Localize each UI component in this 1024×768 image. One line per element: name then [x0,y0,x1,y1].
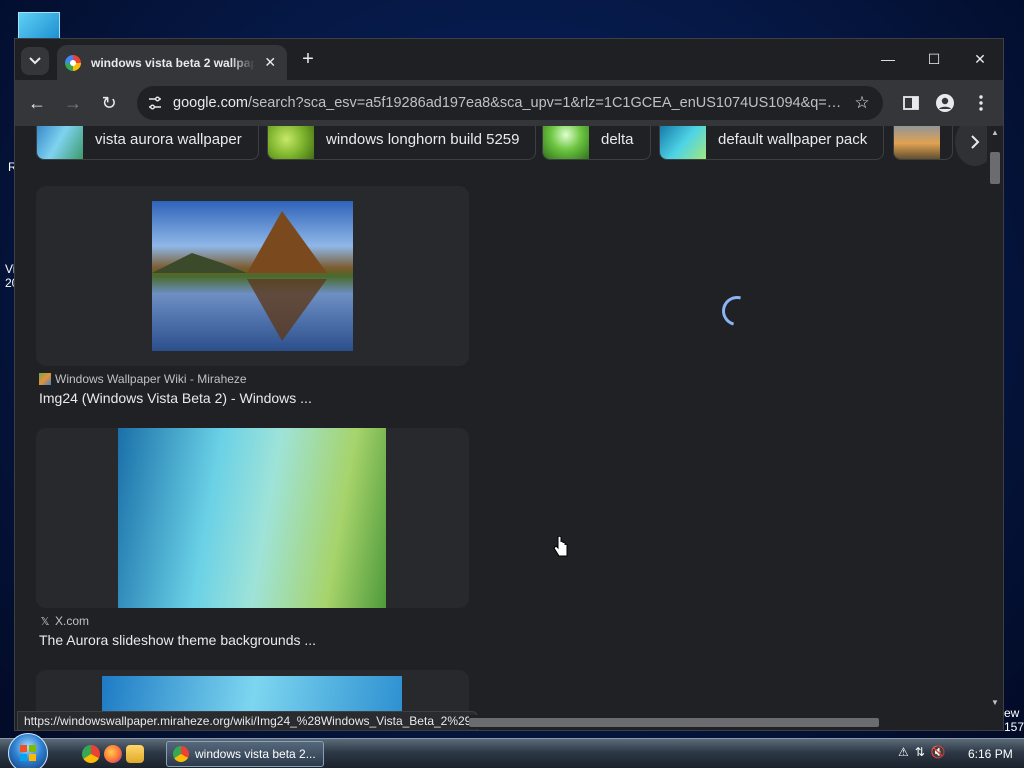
minimize-button[interactable]: — [865,43,911,75]
taskbar-chrome-window[interactable]: windows vista beta 2... [166,741,324,767]
google-icon [65,54,81,71]
horizontal-scrollbar[interactable] [469,715,989,729]
chip-label: delta [601,130,634,148]
security-icon[interactable]: ⚠ [898,745,909,759]
folder-icon[interactable] [126,745,144,763]
result-card[interactable] [36,186,469,366]
result-source-name: Windows Wallpaper Wiki - Miraheze [55,372,247,386]
result-title[interactable]: Img24 (Windows Vista Beta 2) - Windows .… [39,390,312,406]
chevron-down-icon [29,57,41,65]
desktop-icon[interactable] [18,12,60,40]
chip-thumbnail [660,126,706,159]
chip-label: default wallpaper pack [718,130,868,148]
reload-button[interactable]: ↻ [95,89,123,117]
chip-windows-longhorn-build-5259[interactable]: windows longhorn build 5259 [267,126,537,160]
result-title[interactable]: The Aurora slideshow theme backgrounds .… [39,632,316,648]
vertical-scrollbar[interactable]: ▲ ▼ [987,126,1003,714]
forward-button[interactable]: → [59,89,87,117]
page-content: vista aurora wallpaper windows longhorn … [15,126,987,714]
chip-label: windows longhorn build 5259 [326,130,520,148]
chip-label: vista aurora wallpaper [95,130,242,148]
hand-cursor-icon [553,535,569,563]
chrome-icon [173,746,189,762]
url-text: google.com/search?sca_esv=a5f19286ad197e… [173,95,843,111]
close-icon[interactable]: ✕ [261,54,279,72]
x-logo-icon: 𝕏 [40,615,50,628]
result-image[interactable] [102,676,402,714]
chip-thumbnail [894,126,940,159]
desktop-text: ew [1004,706,1020,720]
result-card[interactable] [36,428,469,608]
result-card[interactable] [36,670,469,714]
desktop-text: 157 [1004,720,1024,734]
chip-delta[interactable]: delta [542,126,651,160]
chip-thumbnail [268,126,314,159]
close-window-button[interactable]: ✕ [957,43,1003,75]
address-bar[interactable]: google.com/search?sca_esv=a5f19286ad197e… [137,86,883,120]
new-tab-button[interactable]: + [296,47,320,71]
chip-partial[interactable] [893,126,953,160]
mountain-image [152,211,327,341]
site-info-icon[interactable] [143,91,167,115]
start-button[interactable] [8,733,48,768]
task-title: windows vista beta 2... [195,747,316,761]
chip-vista-aurora-wallpaper[interactable]: vista aurora wallpaper [36,126,259,160]
menu-icon[interactable] [967,89,995,117]
windows-logo-icon [20,745,36,761]
result-image[interactable] [118,428,386,608]
profile-icon[interactable] [931,89,959,117]
loading-spinner-icon [716,290,758,332]
tab-title: windows vista beta 2 wallpaper [91,55,256,70]
back-button[interactable]: ← [23,89,51,117]
network-icon[interactable]: ⇅ [915,745,925,759]
chrome-icon[interactable] [82,745,100,763]
tab-active[interactable]: windows vista beta 2 wallpaper ✕ [57,45,287,80]
firefox-icon[interactable] [104,745,122,763]
scroll-up-icon[interactable]: ▲ [991,128,999,137]
chip-thumbnail [543,126,589,159]
toolbar: ← → ↻ google.com/search?sca_esv=a5f19286… [15,80,1003,126]
maximize-button[interactable]: ☐ [911,43,957,75]
result-image[interactable] [152,201,353,351]
wiki-favicon-icon [39,373,51,385]
scrollbar-thumb[interactable] [990,152,1000,184]
result-source: Windows Wallpaper Wiki - Miraheze [39,372,247,386]
bookmark-star-icon[interactable]: ☆ [851,92,873,114]
clock[interactable]: 6:16 PM [968,747,1013,761]
scrollbar-thumb[interactable] [469,718,879,727]
volume-muted-icon[interactable]: 🔇 [931,745,946,759]
system-tray: ⚠ ⇅ 🔇 [898,745,946,759]
url-path: /search?sca_esv=a5f19286ad197ea8&sca_upv… [247,95,843,111]
chevron-right-icon[interactable] [955,126,987,166]
browser-window: windows vista beta 2 wallpaper ✕ + — ☐ ✕… [14,38,1004,731]
url-host: google.com [173,95,248,111]
chip-default-wallpaper-pack[interactable]: default wallpaper pack [659,126,885,160]
taskbar: windows vista beta 2... ⚠ ⇅ 🔇 6:16 PM [0,733,1024,768]
result-source: 𝕏 X.com [39,614,89,628]
status-url: https://windowswallpaper.miraheze.org/wi… [17,711,479,730]
chip-thumbnail [37,126,83,159]
tab-strip: windows vista beta 2 wallpaper ✕ + — ☐ ✕ [15,39,1003,80]
scroll-down-icon[interactable]: ▼ [991,698,999,707]
tab-search-button[interactable] [21,47,49,75]
side-panel-icon[interactable] [897,89,925,117]
result-source-name: X.com [55,614,90,628]
